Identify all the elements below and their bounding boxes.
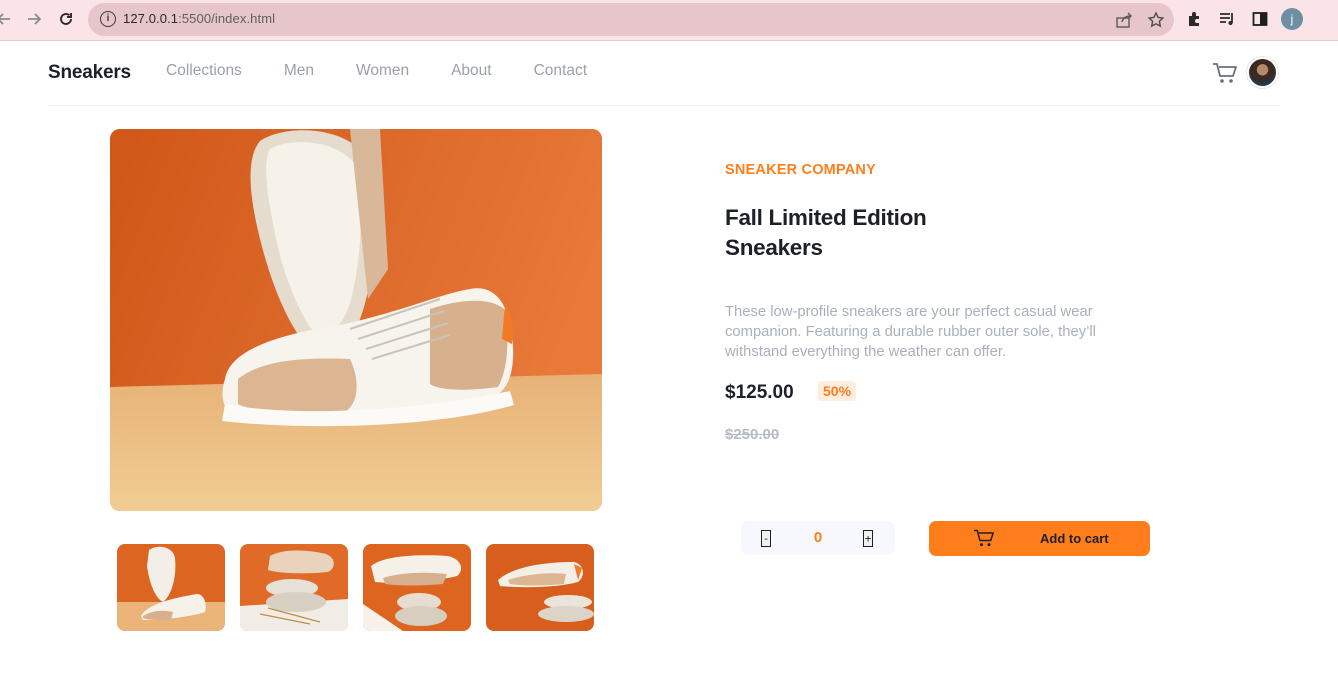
info-icon[interactable]: i: [100, 11, 116, 27]
address-bar[interactable]: i 127.0.0.1:5500/index.html: [88, 3, 1174, 36]
add-to-cart-label: Add to cart: [1040, 531, 1109, 546]
product-title: Fall Limited Edition Sneakers: [725, 203, 1005, 263]
current-price: $125.00: [725, 382, 794, 403]
quantity-value: 0: [813, 529, 823, 546]
share-icon[interactable]: [1114, 10, 1134, 30]
brand-company: SNEAKER COMPANY: [725, 162, 876, 178]
add-to-cart-button[interactable]: Add to cart: [929, 521, 1150, 556]
nav-link-contact[interactable]: Contact: [534, 62, 587, 80]
avatar[interactable]: [1247, 57, 1278, 88]
url-text[interactable]: 127.0.0.1:5500/index.html: [123, 11, 275, 26]
product-title-line-2: Sneakers: [725, 235, 823, 260]
star-icon[interactable]: [1146, 10, 1166, 30]
reload-icon[interactable]: [54, 7, 78, 31]
profile-avatar[interactable]: j: [1281, 8, 1303, 30]
increment-button[interactable]: +: [863, 530, 873, 547]
cart-icon[interactable]: [1212, 61, 1238, 85]
thumbnail-1[interactable]: [117, 544, 225, 631]
nav-link-collections[interactable]: Collections: [166, 62, 242, 80]
forward-arrow-icon[interactable]: [22, 7, 46, 31]
discount-badge: 50%: [818, 381, 857, 401]
sidepanel-icon[interactable]: [1249, 8, 1271, 30]
quantity-stepper: - 0 +: [741, 521, 895, 555]
nav-link-men[interactable]: Men: [284, 62, 314, 80]
cart-icon: [973, 528, 995, 552]
back-arrow-icon[interactable]: [0, 7, 16, 31]
product-main-image[interactable]: [110, 129, 602, 511]
product-description: These low-profile sneakers are your perf…: [725, 304, 1096, 360]
site-header: Sneakers Collections Men Women About Con…: [48, 42, 1280, 106]
brand-logo[interactable]: Sneakers: [48, 62, 131, 84]
nav-link-women[interactable]: Women: [356, 62, 409, 80]
thumbnail-4[interactable]: [486, 544, 594, 631]
browser-toolbar: i 127.0.0.1:5500/index.html j: [0, 0, 1338, 41]
thumbnail-3[interactable]: [363, 544, 471, 631]
media-icon[interactable]: [1216, 8, 1238, 30]
decrement-button[interactable]: -: [761, 530, 771, 547]
thumbnail-2[interactable]: [240, 544, 348, 631]
original-price: $250.00: [725, 426, 780, 443]
main-nav: Collections Men Women About Contact: [166, 62, 629, 80]
nav-link-about[interactable]: About: [451, 62, 492, 80]
product-title-line-1: Fall Limited Edition: [725, 205, 927, 230]
extensions-icon[interactable]: [1184, 8, 1206, 30]
